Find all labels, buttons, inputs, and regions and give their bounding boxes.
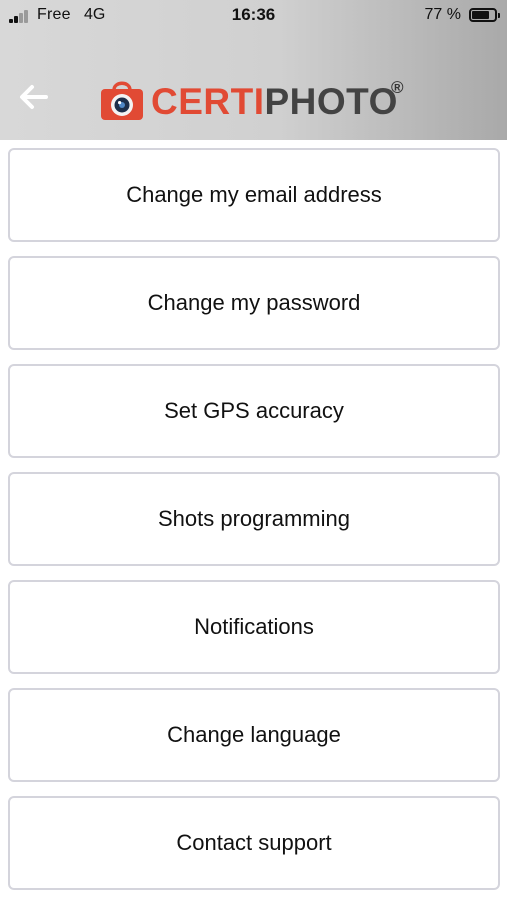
status-bar: Free 4G 16:36 77 % — [0, 0, 507, 32]
notifications-button[interactable]: Notifications — [8, 580, 500, 674]
camera-bag-icon — [101, 81, 143, 120]
battery-percent: 77 % — [424, 6, 461, 23]
battery-level — [472, 11, 489, 19]
gps-accuracy-button[interactable]: Set GPS accuracy — [8, 364, 500, 458]
logo-wordmark: CERTIPHOTO — [151, 80, 398, 124]
change-language-button[interactable]: Change language — [8, 688, 500, 782]
back-button[interactable] — [18, 82, 50, 112]
battery-icon — [469, 8, 500, 22]
settings-menu: Change my email address Change my passwo… — [8, 148, 500, 904]
change-email-button[interactable]: Change my email address — [8, 148, 500, 242]
logo-text-certi: CERTI — [151, 81, 265, 122]
logo-text-photo: PHOTO — [264, 81, 398, 122]
shots-programming-button[interactable]: Shots programming — [8, 472, 500, 566]
arrow-left-icon — [20, 85, 48, 109]
contact-support-button[interactable]: Contact support — [8, 796, 500, 890]
change-password-button[interactable]: Change my password — [8, 256, 500, 350]
registered-mark: ® — [391, 78, 404, 97]
app-logo: CERTIPHOTO ® — [99, 70, 419, 126]
